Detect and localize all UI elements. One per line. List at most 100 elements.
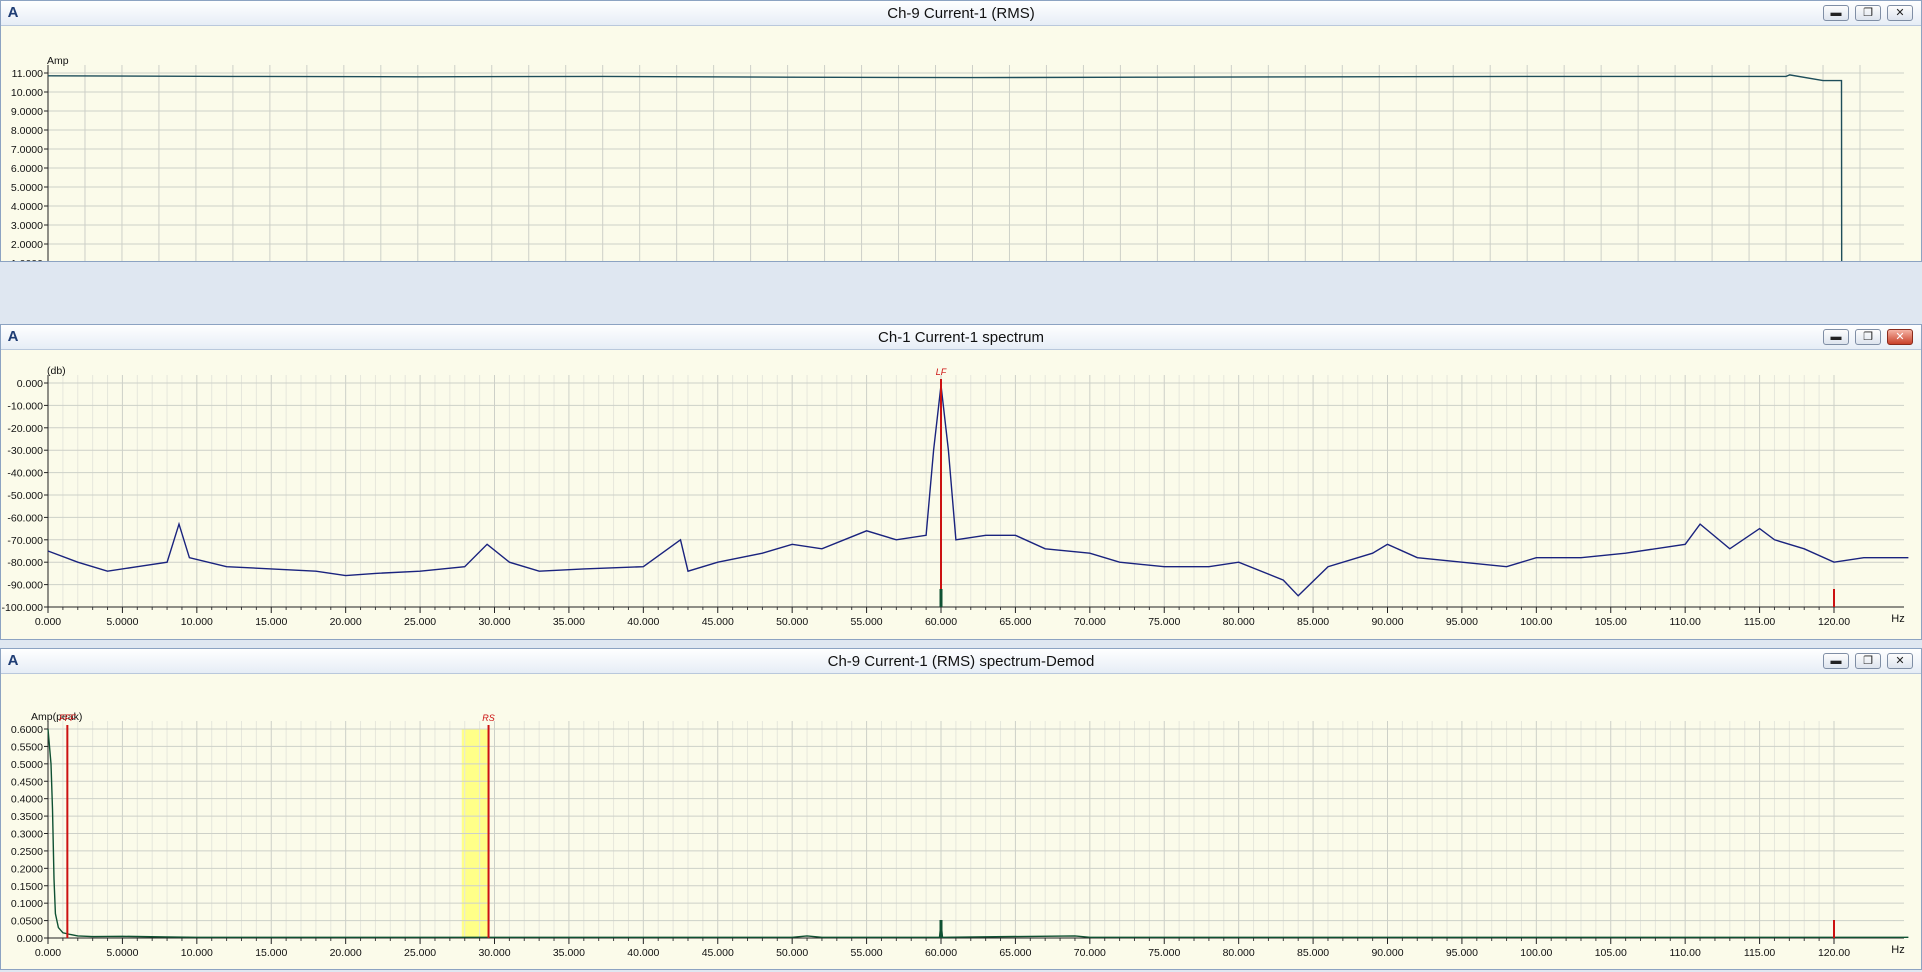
- y-tick-label: -20.000: [7, 423, 43, 435]
- x-tick-label: 30.000: [478, 616, 510, 628]
- y-tick-label: -10.000: [7, 400, 43, 412]
- y-tick-label: 3.0000: [11, 220, 43, 232]
- x-tick-label: 110.00: [1669, 616, 1700, 628]
- x-tick-label: 50.000: [776, 947, 808, 959]
- x-tick-label: 5.0000: [106, 947, 138, 959]
- y-tick-label: 0.3000: [11, 829, 43, 841]
- y-tick-label: 0.000: [17, 933, 43, 945]
- restore-icon[interactable]: ❐: [1855, 329, 1881, 345]
- window-title: Ch-9 Current-1 (RMS): [887, 5, 1035, 22]
- close-icon[interactable]: ✕: [1887, 653, 1913, 669]
- x-tick-label: 55.000: [851, 947, 883, 959]
- x-tick-label: 80.000: [1223, 616, 1255, 628]
- y-tick-label: 0.1500: [11, 881, 43, 893]
- x-tick-label: 70.000: [1074, 947, 1106, 959]
- window-spectrum: A Ch-1 Current-1 spectrum ▬ ❐ ✕ 0.000 5.0…: [0, 324, 1922, 640]
- x-tick-label: 75.000: [1148, 947, 1180, 959]
- restore-icon[interactable]: ❐: [1855, 653, 1881, 669]
- x-tick-label: 25.000: [404, 616, 436, 628]
- y-axis-label: (db): [47, 365, 66, 377]
- minimize-icon[interactable]: ▬: [1823, 653, 1849, 669]
- x-tick-label: 25.000: [404, 947, 436, 959]
- x-tick-label: 60.000: [925, 616, 957, 628]
- spectrum-chart[interactable]: 0.000 5.0000 10.000 15.000 20.000 25.000 30.00…: [1, 349, 1921, 639]
- x-tick-label: 35.000: [553, 616, 585, 628]
- marker-label: RS: [482, 713, 495, 723]
- x-tick-label: 50.000: [776, 616, 808, 628]
- y-tick-label: -30.000: [7, 445, 43, 457]
- x-tick-label: 105.00: [1595, 947, 1627, 959]
- x-unit-label: Hz: [1891, 944, 1904, 956]
- x-tick-label: 80.000: [1223, 947, 1255, 959]
- y-tick-label: -70.000: [7, 535, 43, 547]
- y-tick-label: -50.000: [7, 490, 43, 502]
- y-tick-label: 0.5000: [11, 759, 43, 771]
- marker-label: FFF: [59, 713, 76, 723]
- x-tick-label: 120.00: [1818, 616, 1850, 628]
- x-tick-label: 85.000: [1297, 616, 1329, 628]
- x-tick-label: 105.00: [1595, 616, 1627, 628]
- restore-icon[interactable]: ❐: [1855, 5, 1881, 21]
- y-tick-label: 0.0500: [11, 916, 43, 928]
- y-tick-label: 1.0000: [11, 258, 43, 261]
- x-tick-label: 115.00: [1744, 947, 1775, 959]
- y-tick-label: 8.0000: [11, 125, 43, 137]
- demod-chart[interactable]: 0.000 5.0000 10.000 15.000 20.000 25.000 30.00…: [1, 673, 1921, 969]
- y-tick-label: 0.2000: [11, 863, 43, 875]
- x-tick-label: 65.000: [999, 947, 1031, 959]
- x-tick-label: 95.000: [1446, 947, 1478, 959]
- x-tick-label: 85.000: [1297, 947, 1329, 959]
- x-tick-label: 15.000: [255, 616, 287, 628]
- y-tick-label: -80.000: [7, 557, 43, 569]
- y-axis-label: Amp: [47, 55, 69, 67]
- x-tick-label: 40.000: [627, 616, 659, 628]
- x-tick-label: 70.000: [1074, 616, 1106, 628]
- y-tick-label: 0.4000: [11, 794, 43, 806]
- titlebar: A Ch-9 Current-1 (RMS) ▬ ❐ ✕: [1, 1, 1921, 26]
- minimize-icon[interactable]: ▬: [1823, 329, 1849, 345]
- x-tick-label: 90.000: [1371, 616, 1403, 628]
- x-tick-label: 15.000: [255, 947, 287, 959]
- rms-chart[interactable]: 0.0000.2000.4000.6000.8001.0001.2001.400…: [1, 25, 1921, 261]
- y-tick-label: 4.0000: [11, 201, 43, 213]
- y-tick-label: 7.0000: [11, 144, 43, 156]
- x-tick-label: 10.000: [181, 616, 213, 628]
- x-tick-label: 90.000: [1371, 947, 1403, 959]
- x-tick-label: 95.000: [1446, 616, 1478, 628]
- x-tick-label: 60.000: [925, 947, 957, 959]
- close-icon[interactable]: ✕: [1887, 329, 1913, 345]
- x-tick-label: 0.000: [35, 947, 61, 959]
- close-icon[interactable]: ✕: [1887, 5, 1913, 21]
- window-title: Ch-9 Current-1 (RMS) spectrum-Demod: [827, 653, 1095, 670]
- y-tick-label: 6.0000: [11, 163, 43, 175]
- y-tick-label: 0.000: [17, 378, 43, 390]
- y-tick-label: -40.000: [7, 468, 43, 480]
- x-tick-label: 100.00: [1520, 947, 1552, 959]
- window-rms: A Ch-9 Current-1 (RMS) ▬ ❐ ✕ 0.0000.2000…: [0, 0, 1922, 262]
- x-tick-label: 45.000: [702, 616, 734, 628]
- y-tick-label: -100.000: [2, 602, 44, 614]
- window-demod: A Ch-9 Current-1 (RMS) spectrum-Demod ▬ …: [0, 648, 1922, 970]
- x-tick-label: 110.00: [1669, 947, 1700, 959]
- x-tick-label: 120.00: [1818, 947, 1850, 959]
- y-tick-label: 0.5500: [11, 741, 43, 753]
- y-tick-label: 0.6000: [11, 724, 43, 736]
- window-title: Ch-1 Current-1 spectrum: [878, 329, 1044, 346]
- x-tick-label: 65.000: [999, 616, 1031, 628]
- x-tick-label: 35.000: [553, 947, 585, 959]
- y-tick-label: -60.000: [7, 512, 43, 524]
- titlebar: A Ch-1 Current-1 spectrum ▬ ❐ ✕: [1, 325, 1921, 350]
- y-tick-label: 9.0000: [11, 106, 43, 118]
- x-tick-label: 20.000: [330, 616, 362, 628]
- x-tick-label: 30.000: [478, 947, 510, 959]
- x-tick-label: 0.000: [35, 616, 61, 628]
- x-tick-label: 5.0000: [106, 616, 138, 628]
- titlebar: A Ch-9 Current-1 (RMS) spectrum-Demod ▬ …: [1, 649, 1921, 674]
- x-tick-label: 45.000: [702, 947, 734, 959]
- y-tick-label: -90.000: [7, 580, 43, 592]
- y-tick-label: 10.000: [11, 87, 43, 99]
- x-tick-label: 100.00: [1520, 616, 1552, 628]
- x-tick-label: 10.000: [181, 947, 213, 959]
- minimize-icon[interactable]: ▬: [1823, 5, 1849, 21]
- plot-area: [48, 65, 1904, 261]
